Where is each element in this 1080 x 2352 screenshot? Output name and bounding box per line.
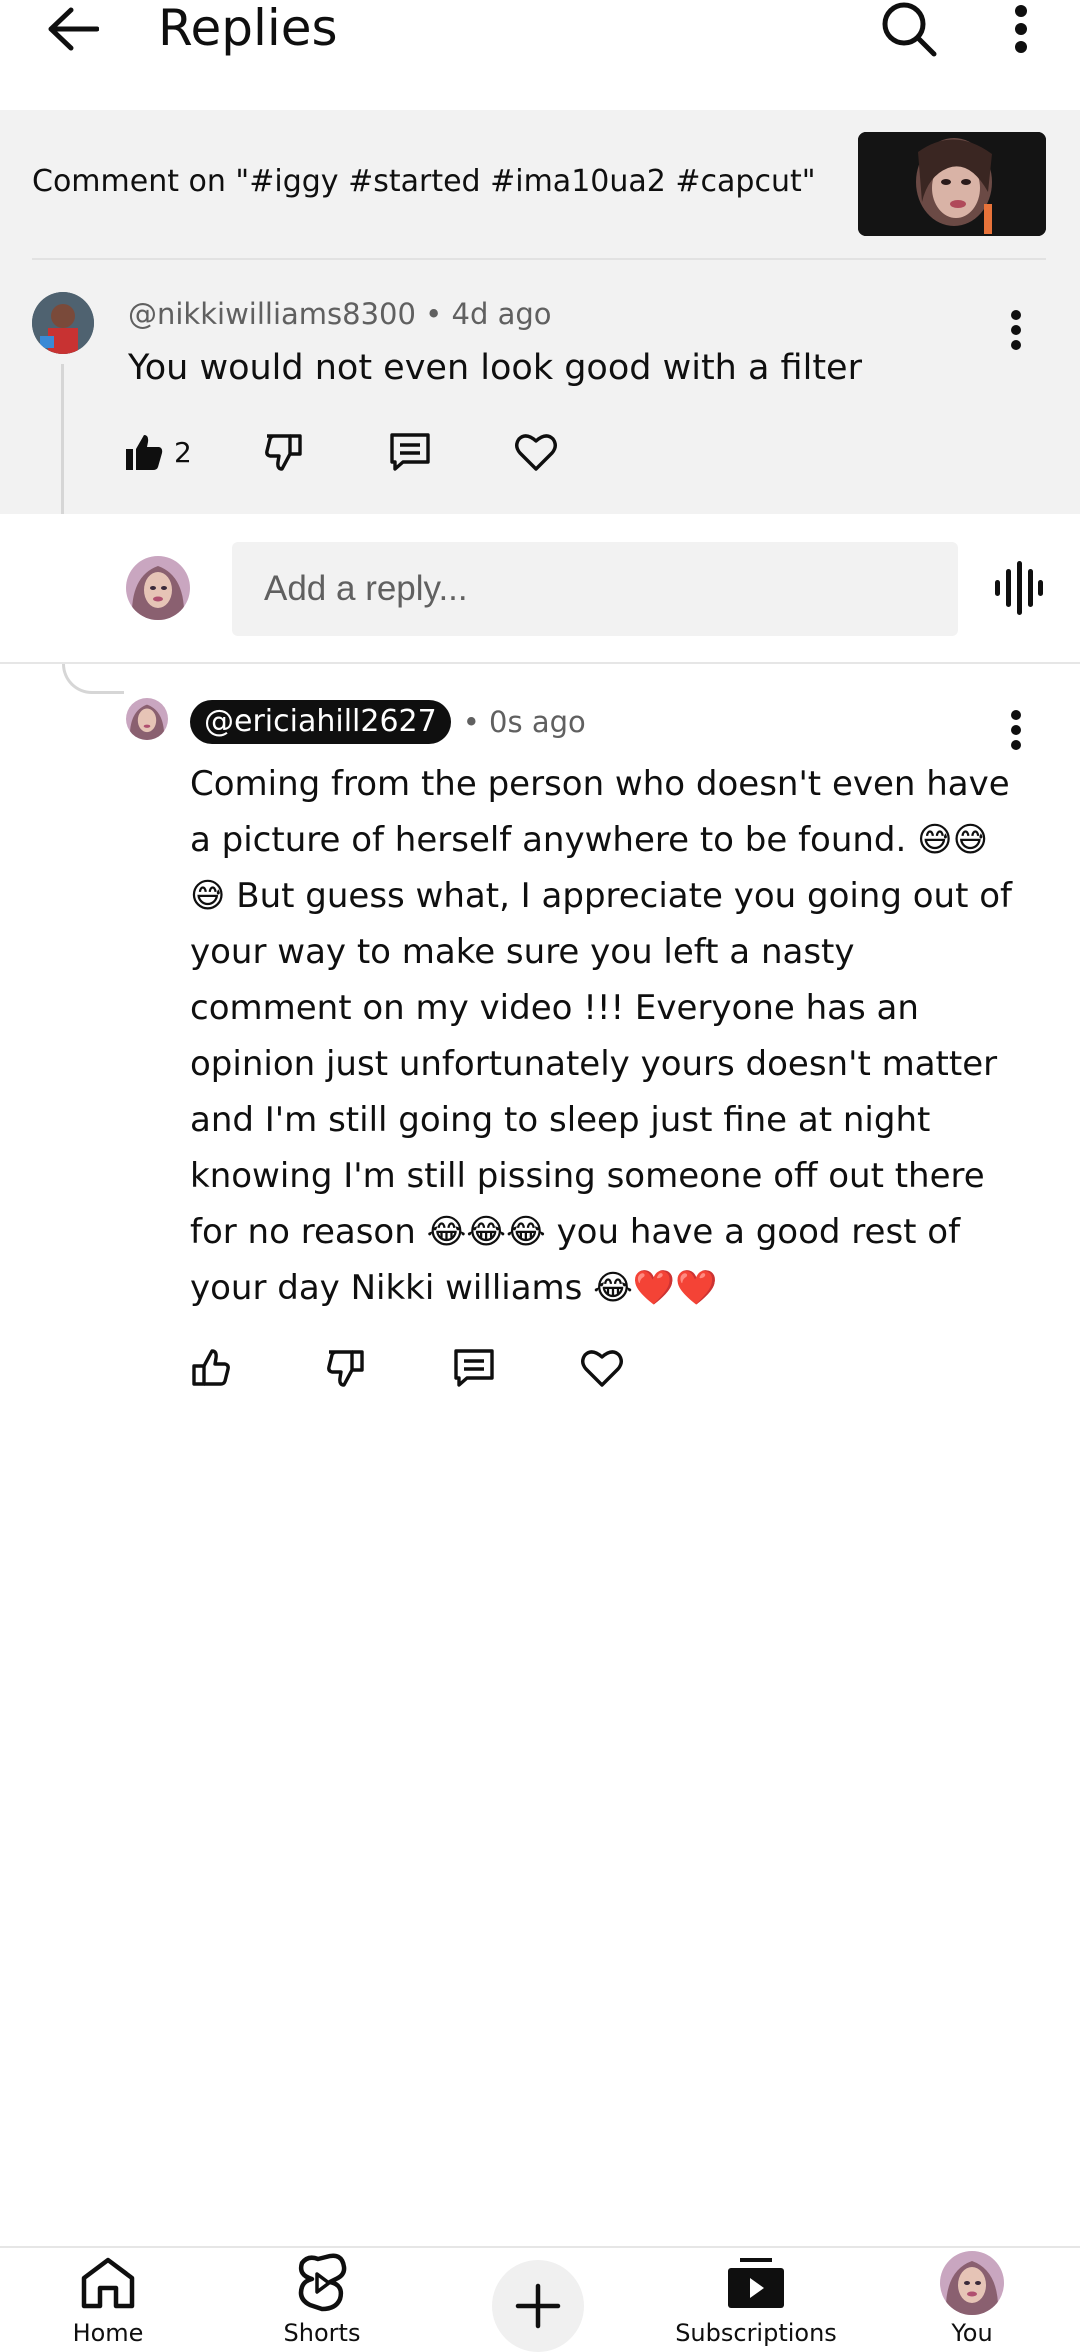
like-count: 2: [174, 435, 192, 469]
subscriptions-icon: [728, 2258, 784, 2308]
heart-icon: [581, 1350, 623, 1387]
reply-button[interactable]: [380, 422, 440, 482]
comment-icon: [390, 433, 430, 471]
avatar[interactable]: [126, 698, 168, 740]
dislike-button[interactable]: [316, 1338, 376, 1398]
nav-shorts-label: Shorts: [283, 2319, 361, 2347]
nav-subscriptions-label: Subscriptions: [675, 2319, 837, 2347]
comment-author-meta[interactable]: @nikkiwilliams8300 • 4d ago: [128, 294, 552, 334]
video-context-row[interactable]: Comment on "#iggy #started #ima10ua2 #ca…: [0, 110, 1080, 258]
thumb-down-icon: [327, 1350, 364, 1387]
thumb-up-filled-icon: [126, 435, 163, 470]
nav-you[interactable]: You: [922, 2248, 1022, 2352]
nav-shorts[interactable]: Shorts: [272, 2248, 372, 2352]
search-button[interactable]: [876, 0, 942, 58]
comment-text: You would not even look good with a filt…: [128, 348, 862, 388]
back-button[interactable]: [40, 0, 106, 58]
avatar: [940, 2251, 1004, 2315]
video-thumbnail[interactable]: [858, 132, 1046, 236]
nav-subscriptions[interactable]: Subscriptions: [670, 2248, 842, 2352]
microphone-waveform-icon: [995, 561, 1043, 615]
reply-button[interactable]: [444, 1338, 504, 1398]
voice-input-button[interactable]: [988, 556, 1048, 620]
more-vertical-icon: [1015, 5, 1027, 53]
home-icon: [81, 2257, 135, 2309]
reply-more-button[interactable]: [998, 700, 1034, 760]
nav-you-label: You: [951, 2319, 993, 2347]
reply-header: @ericiahill2627 • 0s ago: [190, 698, 586, 746]
heart-button[interactable]: [506, 422, 566, 482]
search-icon: [882, 2, 937, 57]
create-button[interactable]: [492, 2260, 584, 2352]
heart-icon: [515, 434, 557, 471]
bottom-navigation: Home Shorts Subscriptions You: [0, 2246, 1080, 2352]
reply-input[interactable]: [232, 542, 958, 636]
arrow-left-icon: [48, 7, 99, 51]
more-options-button[interactable]: [996, 0, 1046, 58]
dislike-button[interactable]: [254, 422, 314, 482]
page-title: Replies: [158, 0, 338, 57]
comment-icon: [454, 1349, 494, 1387]
author-handle-badge[interactable]: @ericiahill2627: [190, 700, 451, 744]
like-button[interactable]: 2: [124, 422, 204, 482]
plus-icon: [515, 2283, 561, 2329]
like-button[interactable]: [186, 1338, 236, 1398]
avatar: [126, 556, 190, 620]
reply-text: Coming from the person who doesn't even …: [190, 764, 1013, 1308]
more-vertical-icon: [1011, 710, 1021, 750]
divider: [32, 258, 1046, 260]
video-context-text: Comment on "#iggy #started #ima10ua2 #ca…: [32, 164, 816, 199]
thread-connector: [62, 664, 124, 694]
more-vertical-icon: [1011, 310, 1021, 350]
comment-actions: 2: [124, 422, 566, 482]
comment-more-button[interactable]: [998, 300, 1034, 360]
avatar[interactable]: [32, 292, 94, 354]
thumb-up-icon: [192, 1349, 230, 1386]
reply-actions: [186, 1338, 632, 1398]
shorts-icon: [298, 2253, 347, 2312]
heart-button[interactable]: [572, 1338, 632, 1398]
reply-timestamp: • 0s ago: [462, 705, 586, 739]
thread-line: [61, 364, 64, 516]
top-app-bar: Replies: [0, 0, 1080, 110]
nav-home-label: Home: [72, 2319, 144, 2347]
thumb-down-icon: [265, 434, 302, 471]
reply-composer: [0, 514, 1080, 664]
nav-home[interactable]: Home: [58, 2248, 158, 2352]
parent-comment-panel: Comment on "#iggy #started #ima10ua2 #ca…: [0, 110, 1080, 516]
